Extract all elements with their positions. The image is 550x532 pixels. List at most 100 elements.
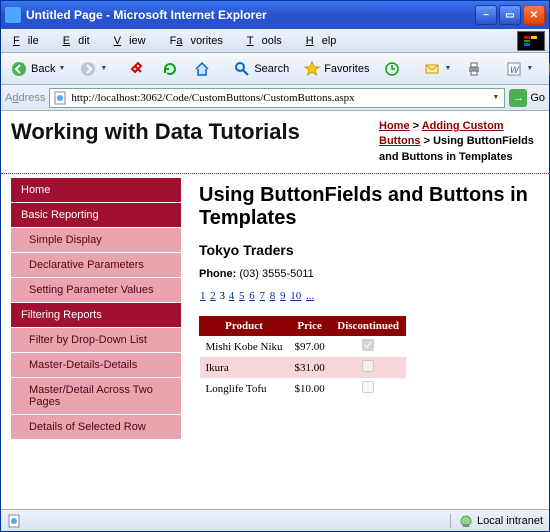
pager: 1 2 3 4 5 6 7 8 9 10 ... <box>199 290 539 302</box>
sidebar: Home Basic Reporting Simple DisplayDecla… <box>11 178 181 440</box>
cell-price: $10.00 <box>289 378 331 399</box>
pager-link[interactable]: 10 <box>290 290 301 302</box>
home-button[interactable] <box>188 58 216 80</box>
discontinued-checkbox <box>362 381 374 393</box>
history-button[interactable] <box>378 58 406 80</box>
phone-value: (03) 3555-5011 <box>239 268 313 280</box>
column-header: Price <box>289 317 331 336</box>
chevron-down-icon: ▼ <box>100 65 107 72</box>
pager-link[interactable]: 6 <box>249 290 255 302</box>
chevron-down-icon: ▼ <box>58 65 65 72</box>
star-icon <box>303 60 321 78</box>
go-icon: → <box>509 89 527 107</box>
cell-price: $31.00 <box>289 357 331 378</box>
status-bar: Local intranet <box>1 509 549 531</box>
cell-product: Ikura <box>200 357 289 378</box>
go-button[interactable]: → Go <box>509 89 545 107</box>
discontinued-checkbox <box>362 360 374 372</box>
sidebar-item[interactable]: Declarative Parameters <box>11 253 181 278</box>
window-title: Untitled Page - Microsoft Internet Explo… <box>26 8 475 22</box>
toolbar: Back ▼ ▼ Search Favorites ▼ W▼ <box>1 53 549 85</box>
page-icon <box>53 91 67 105</box>
supplier-name: Tokyo Traders <box>199 242 539 258</box>
sidebar-item[interactable]: Master/Detail Across Two Pages <box>11 378 181 415</box>
pager-link[interactable]: 2 <box>210 290 216 302</box>
discuss-button[interactable] <box>542 58 550 80</box>
table-row: Mishi Kobe Niku$97.00 <box>200 336 406 358</box>
menu-help[interactable]: Help <box>298 33 353 49</box>
cell-discontinued <box>331 357 406 378</box>
breadcrumb-home[interactable]: Home <box>379 120 410 132</box>
refresh-button[interactable] <box>156 58 184 80</box>
minimize-button[interactable]: − <box>475 5 497 25</box>
refresh-icon <box>161 60 179 78</box>
chevron-down-icon[interactable]: ▼ <box>490 94 501 101</box>
cell-price: $97.00 <box>289 336 331 358</box>
search-button[interactable]: Search <box>228 58 294 80</box>
address-bar: Address ▼ → Go <box>1 85 549 111</box>
pager-current: 3 <box>220 290 226 302</box>
home-icon <box>193 60 211 78</box>
print-icon <box>465 60 483 78</box>
sidebar-item[interactable]: Details of Selected Row <box>11 415 181 440</box>
edit-icon: W <box>505 60 523 78</box>
cell-product: Mishi Kobe Niku <box>200 336 289 358</box>
address-label: Address <box>5 92 45 104</box>
sidebar-head-basic-reporting[interactable]: Basic Reporting <box>11 203 181 228</box>
favorites-button[interactable]: Favorites <box>298 58 374 80</box>
menu-bar: File Edit View Favorites Tools Help <box>1 29 549 53</box>
url-box[interactable]: ▼ <box>49 88 505 108</box>
url-input[interactable] <box>71 92 490 104</box>
mail-button[interactable]: ▼ <box>418 58 456 80</box>
stop-button[interactable] <box>124 58 152 80</box>
back-button[interactable]: Back ▼ <box>5 58 70 80</box>
content-heading: Using ButtonFields and Buttons in Templa… <box>199 184 539 230</box>
page-title: Working with Data Tutorials <box>11 119 379 165</box>
cell-product: Longlife Tofu <box>200 378 289 399</box>
sidebar-item[interactable]: Simple Display <box>11 228 181 253</box>
close-button[interactable]: ✕ <box>523 5 545 25</box>
throbber-icon <box>517 31 545 51</box>
restore-button[interactable]: ▭ <box>499 5 521 25</box>
cell-discontinued <box>331 336 406 358</box>
page-icon <box>7 514 21 528</box>
sidebar-item-home[interactable]: Home <box>11 178 181 203</box>
print-button[interactable] <box>460 58 488 80</box>
table-row: Longlife Tofu$10.00 <box>200 378 406 399</box>
pager-link[interactable]: 7 <box>260 290 266 302</box>
menu-file[interactable]: File <box>5 33 55 49</box>
main-content: Using ButtonFields and Buttons in Templa… <box>181 178 549 440</box>
back-icon <box>10 60 28 78</box>
title-bar: Untitled Page - Microsoft Internet Explo… <box>1 1 549 29</box>
edit-button[interactable]: W▼ <box>500 58 538 80</box>
pager-link[interactable]: 8 <box>270 290 276 302</box>
menu-favorites[interactable]: Favorites <box>162 33 239 49</box>
history-icon <box>383 60 401 78</box>
menu-view[interactable]: View <box>106 33 162 49</box>
forward-icon <box>79 60 97 78</box>
sidebar-item[interactable]: Setting Parameter Values <box>11 278 181 303</box>
sidebar-head-filtering[interactable]: Filtering Reports <box>11 303 181 328</box>
sidebar-item[interactable]: Master-Details-Details <box>11 353 181 378</box>
ie-icon <box>5 7 21 23</box>
table-row: Ikura$31.00 <box>200 357 406 378</box>
menu-tools[interactable]: Tools <box>239 33 298 49</box>
pager-link[interactable]: 1 <box>200 290 206 302</box>
forward-button[interactable]: ▼ <box>74 58 112 80</box>
sidebar-item[interactable]: Filter by Drop-Down List <box>11 328 181 353</box>
pager-link[interactable]: 5 <box>239 290 245 302</box>
zone-label: Local intranet <box>477 515 543 527</box>
divider <box>1 173 549 174</box>
zone-icon <box>459 514 473 528</box>
menu-edit[interactable]: Edit <box>55 33 106 49</box>
pager-link[interactable]: 9 <box>280 290 286 302</box>
discontinued-checkbox <box>362 339 374 351</box>
pager-link[interactable]: ... <box>306 290 314 302</box>
products-grid: ProductPriceDiscontinued Mishi Kobe Niku… <box>199 316 406 399</box>
pager-link[interactable]: 4 <box>229 290 235 302</box>
stop-icon <box>129 60 147 78</box>
search-icon <box>233 60 251 78</box>
content-area: Working with Data Tutorials Home > Addin… <box>1 111 549 509</box>
column-header: Discontinued <box>331 317 406 336</box>
mail-icon <box>423 60 441 78</box>
